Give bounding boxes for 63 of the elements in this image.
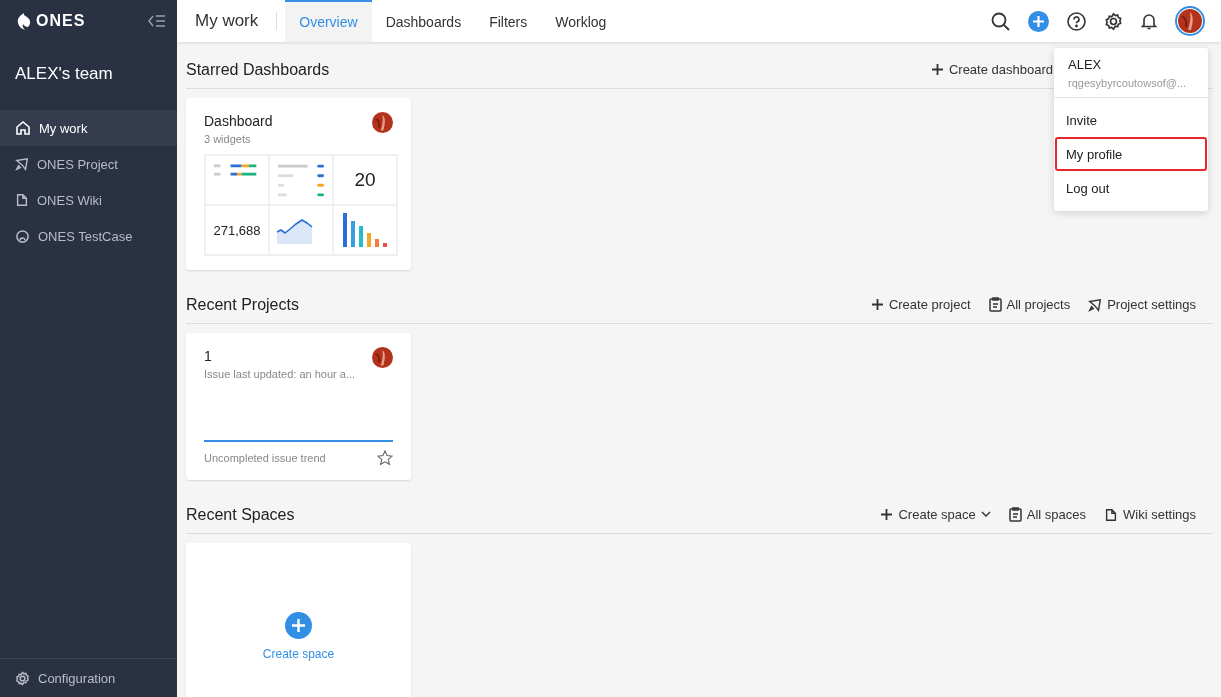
rocket-icon — [15, 157, 29, 171]
logo-icon — [16, 12, 32, 30]
plus-icon — [930, 63, 944, 76]
tab[interactable]: Worklog — [541, 0, 621, 42]
user-email: rqgesybyrcoutowsof@... — [1068, 77, 1188, 89]
action-button[interactable]: All spaces — [1008, 507, 1087, 522]
clipboard-icon — [988, 297, 1002, 312]
card-subtitle: 3 widgets — [204, 133, 252, 145]
settings-icon — [15, 670, 30, 686]
avatar-icon[interactable] — [372, 347, 393, 368]
menu-item[interactable]: Log out — [1055, 171, 1207, 205]
chart-caption: Uncompleted issue trend — [204, 452, 326, 464]
action-button[interactable]: Create dashboard — [930, 62, 1053, 77]
document-icon — [1104, 507, 1119, 522]
list-drawing — [278, 164, 324, 197]
action-button[interactable]: All projects — [988, 297, 1071, 312]
logo-text: ONES — [36, 12, 86, 30]
card-title: 1 — [204, 348, 213, 364]
plus-icon — [880, 508, 894, 521]
dashboard-card[interactable]: Dashboard 3 widgets 20 271,688 — [186, 98, 411, 270]
add-icon[interactable] — [285, 611, 312, 639]
sidebar-item[interactable]: ONES Project — [0, 146, 177, 182]
home-icon — [15, 120, 31, 136]
tab[interactable]: Filters — [475, 0, 542, 42]
star-icon[interactable] — [377, 450, 393, 466]
action-button[interactable]: Wiki settings — [1104, 507, 1196, 522]
action-button[interactable]: Create space — [880, 507, 991, 522]
section-title: Starred Dashboards — [186, 60, 330, 79]
clipboard-icon — [1008, 507, 1022, 522]
sidebar-item[interactable]: ONES Wiki — [0, 182, 177, 218]
avatar-icon[interactable] — [372, 112, 393, 133]
document-icon — [15, 193, 29, 207]
action-button[interactable]: Project settings — [1088, 297, 1196, 312]
bell-icon[interactable] — [1141, 12, 1157, 30]
widget-value: 271,688 — [213, 222, 261, 238]
page-title: My work — [177, 12, 278, 30]
rocket-icon — [1088, 297, 1103, 312]
settings-icon[interactable] — [1104, 11, 1123, 31]
user-name: ALEX — [1068, 57, 1103, 72]
add-icon[interactable] — [1028, 10, 1049, 32]
sidebar-item[interactable]: My work — [0, 110, 177, 146]
menu-item[interactable]: My profile — [1055, 137, 1207, 171]
help-icon[interactable] — [1067, 11, 1086, 31]
bar-chart-drawing — [342, 213, 388, 247]
card-title: Dashboard — [204, 113, 273, 129]
tab[interactable]: Dashboards — [371, 0, 476, 42]
team-name: ALEX's team — [14, 63, 114, 85]
plus-icon — [870, 298, 884, 311]
create-space-link[interactable]: Create space — [262, 646, 335, 661]
sidebar-item[interactable]: Configuration — [0, 658, 177, 697]
search-icon[interactable] — [991, 11, 1010, 31]
avatar-icon[interactable] — [1178, 9, 1202, 33]
project-card[interactable]: 1 Issue last updated: an hour a... Uncompleted issue trend — [186, 333, 411, 480]
section-title: Recent Projects — [186, 295, 299, 314]
widget-value: 20 — [354, 169, 376, 191]
sidebar-item[interactable]: ONES TestCase — [0, 218, 177, 254]
menu-item[interactable]: Invite — [1055, 103, 1207, 137]
action-button[interactable]: Create project — [870, 297, 971, 312]
section-title: Recent Spaces — [186, 505, 295, 524]
testcase-icon — [15, 228, 30, 244]
caret-icon — [980, 511, 991, 518]
collapse-icon[interactable] — [148, 15, 165, 27]
card-subtitle: Issue last updated: an hour a... — [204, 368, 356, 380]
